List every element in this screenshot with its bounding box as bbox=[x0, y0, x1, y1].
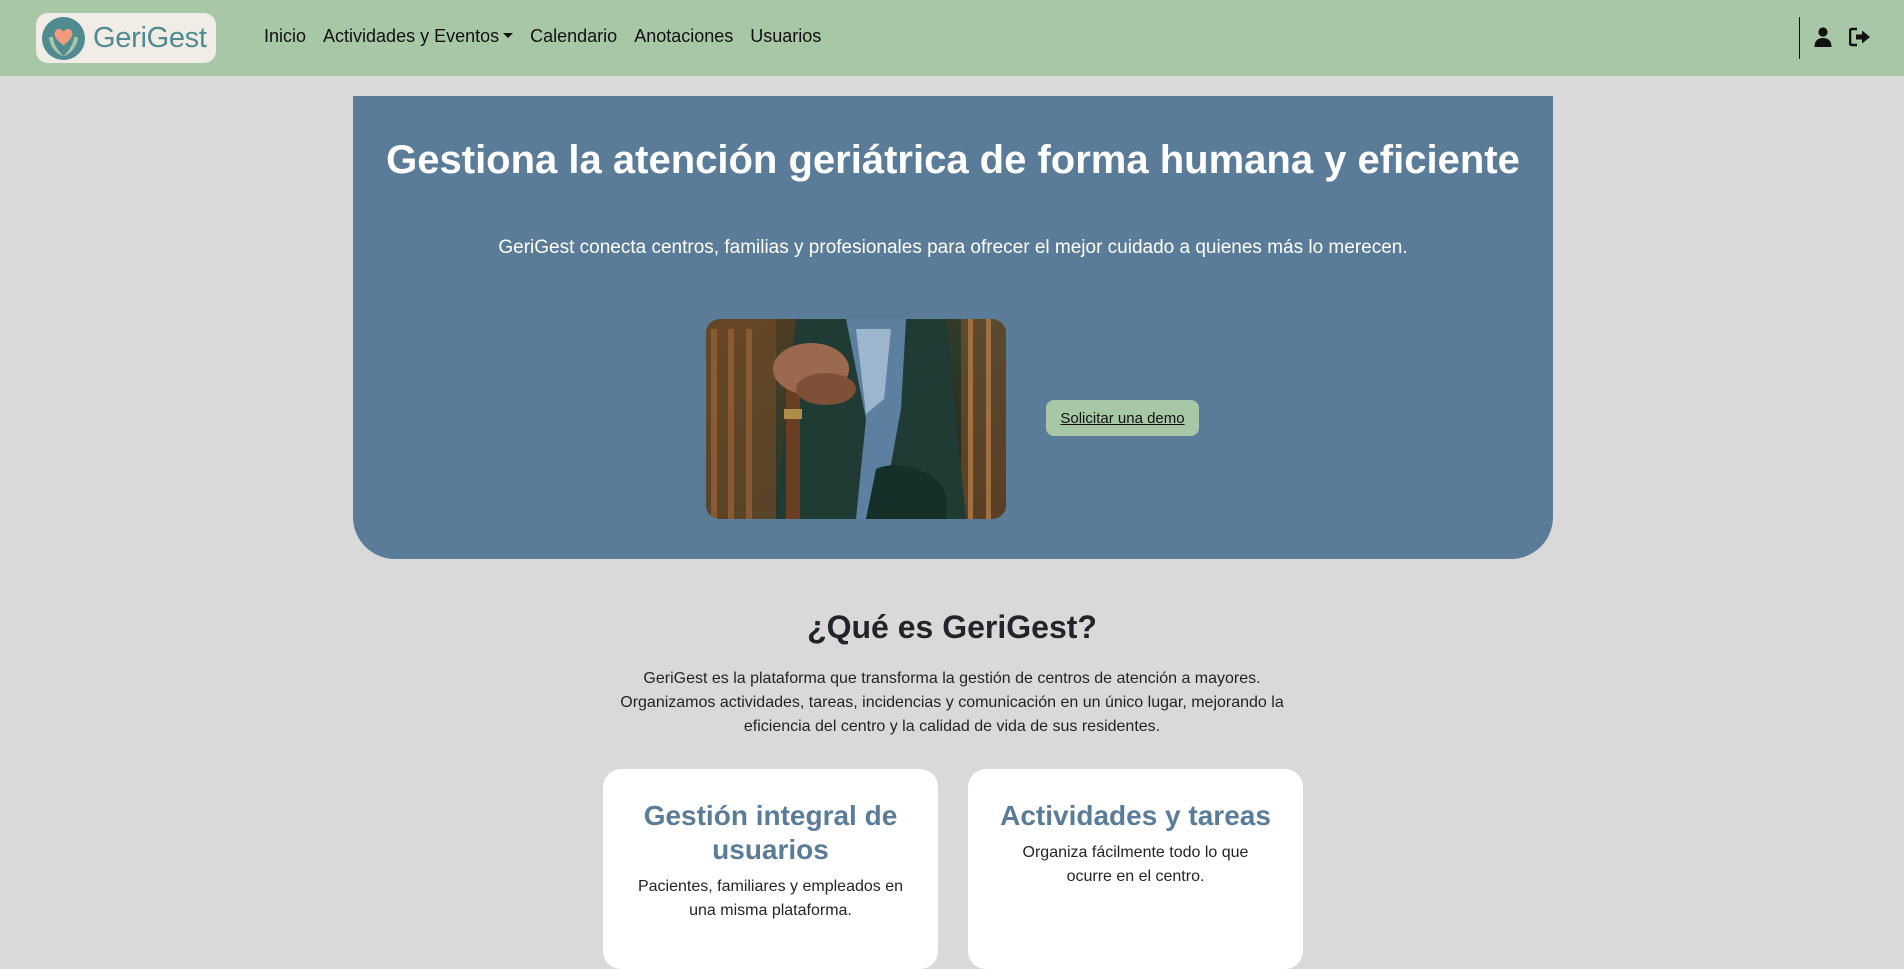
brand-name: GeriGest bbox=[93, 21, 207, 54]
feature-card-activities: Actividades y tareas Organiza fácilmente… bbox=[968, 769, 1303, 969]
nav-link-actividades-dropdown[interactable]: Actividades y Eventos bbox=[323, 26, 514, 47]
hero-title: Gestiona la atención geriátrica de forma… bbox=[386, 138, 1520, 182]
hero-section: Gestiona la atención geriátrica de forma… bbox=[353, 96, 1553, 559]
nav-divider bbox=[1799, 17, 1800, 59]
nav-link-calendario[interactable]: Calendario bbox=[530, 26, 617, 47]
feature-card-title: Actividades y tareas bbox=[1000, 800, 1271, 831]
hero-elderly-hands-cane-image bbox=[706, 319, 1006, 519]
user-icon[interactable] bbox=[1814, 27, 1832, 47]
caret-down-icon bbox=[503, 33, 514, 38]
hero-subtitle: GeriGest conecta centros, familias y pro… bbox=[498, 237, 1408, 258]
feature-card-text: Pacientes, familiares y empleados en una… bbox=[637, 878, 904, 919]
feature-card-user-management: Gestión integral de usuarios Pacientes, … bbox=[603, 769, 938, 969]
nav-link-usuarios[interactable]: Usuarios bbox=[750, 26, 821, 47]
navbar: GeriGest Inicio Actividades y Eventos Ca… bbox=[0, 0, 1904, 76]
nav-link-inicio[interactable]: Inicio bbox=[264, 26, 306, 47]
feature-card-title: Gestión integral de usuarios bbox=[643, 800, 898, 865]
logout-icon[interactable] bbox=[1849, 27, 1871, 47]
feature-card-text: Organiza fácilmente todo lo que ocurre e… bbox=[1022, 844, 1249, 885]
nav-menu: Inicio Actividades y Eventos Calendario … bbox=[264, 26, 838, 47]
about-title: ¿Qué es GeriGest? bbox=[807, 609, 1097, 645]
about-description: GeriGest es la plataforma que transforma… bbox=[620, 670, 1284, 735]
request-demo-button[interactable]: Solicitar una demo bbox=[1046, 400, 1199, 436]
nav-actions bbox=[1799, 0, 1904, 76]
nav-link-anotaciones[interactable]: Anotaciones bbox=[634, 26, 733, 47]
nav-link-actividades-label: Actividades y Eventos bbox=[323, 26, 500, 46]
brand-logo-link[interactable]: GeriGest bbox=[36, 13, 216, 63]
heart-hands-logo-icon bbox=[41, 16, 86, 60]
